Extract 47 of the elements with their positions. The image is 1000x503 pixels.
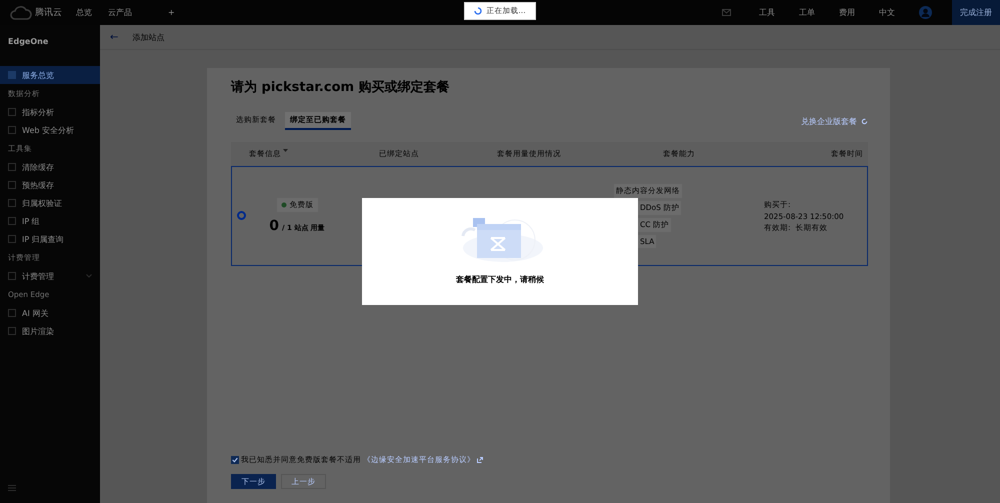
sidebar-item[interactable]: 清除缓存 <box>0 158 100 176</box>
cloud-logo-icon <box>10 6 32 20</box>
nav-link[interactable]: 工具 <box>759 7 775 18</box>
square-icon <box>8 181 16 189</box>
sidebar-item[interactable]: 指标分析 <box>0 103 100 121</box>
sidebar-item[interactable]: Web 安全分析 <box>0 121 100 139</box>
nav-link[interactable]: 工单 <box>799 7 815 18</box>
square-icon <box>8 71 16 79</box>
square-icon <box>8 272 16 280</box>
sidebar-item[interactable]: IP 组 <box>0 212 100 230</box>
nav-link[interactable]: 中文 <box>879 7 895 18</box>
sidebar-item[interactable]: 服务总览 <box>0 66 100 84</box>
menu-icon[interactable] <box>8 485 16 491</box>
brand-name: 腾讯云 <box>35 6 62 19</box>
usage-count: 0 <box>269 218 279 234</box>
square-icon <box>8 217 16 225</box>
redeem-link[interactable]: 兑换企业版套餐 <box>801 116 857 126</box>
nav-link[interactable]: 云产品 <box>108 7 132 18</box>
sidebar-item[interactable]: 归属权验证 <box>0 194 100 212</box>
sidebar-item[interactable]: AI 网关 <box>0 304 100 322</box>
square-icon <box>8 235 16 243</box>
spinner-icon <box>474 7 482 15</box>
external-link-icon[interactable] <box>477 457 483 463</box>
square-icon <box>8 199 16 207</box>
sidebar-item[interactable]: 图片渲染 <box>0 322 100 340</box>
sidebar-item[interactable]: IP 归属查询 <box>0 230 100 248</box>
square-icon <box>8 309 16 317</box>
square-icon <box>8 163 16 171</box>
filter-icon[interactable] <box>283 149 288 154</box>
add-link[interactable]: + <box>168 8 175 17</box>
square-icon <box>8 126 16 134</box>
square-icon <box>8 327 16 335</box>
nav-link[interactable]: 总览 <box>76 7 92 18</box>
refresh-icon[interactable] <box>861 118 868 124</box>
modal-message: 套餐配置下发中，请稍候 <box>456 274 544 285</box>
checkbox[interactable] <box>231 456 239 464</box>
avatar-icon[interactable] <box>919 6 932 19</box>
sidebar-item[interactable]: 预热缓存 <box>0 176 100 194</box>
nav-link[interactable]: 费用 <box>839 7 855 18</box>
heading: 请为 pickstar.com 购买或绑定套餐 <box>231 78 451 96</box>
product-title: EdgeOne <box>7 36 50 48</box>
square-icon <box>8 108 16 116</box>
page-title: 添加站点 <box>132 32 164 42</box>
radio-button[interactable] <box>237 211 246 220</box>
sidebar-item[interactable]: 计费管理 <box>0 267 100 285</box>
mail-icon[interactable] <box>722 9 731 16</box>
register-button[interactable]: 完成注册 <box>952 0 1000 25</box>
